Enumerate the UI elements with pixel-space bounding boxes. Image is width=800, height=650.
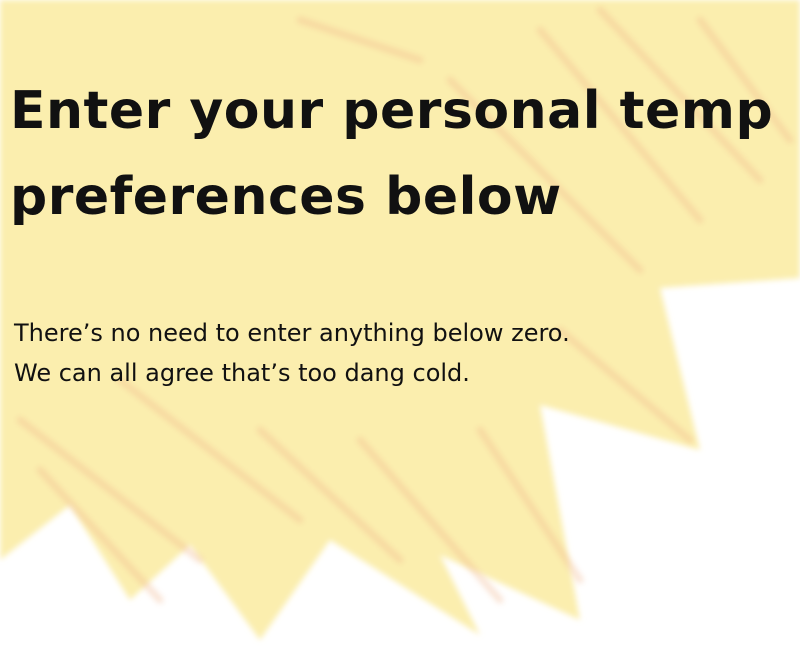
heading-line-2: preferences below <box>10 167 562 227</box>
instructions-text: There’s no need to enter anything below … <box>14 313 784 393</box>
temp-preferences-page: Enter your personal temp preferences bel… <box>0 0 800 650</box>
instructions-line-1: There’s no need to enter anything below … <box>14 319 570 347</box>
heading-line-1: Enter your personal temp <box>10 81 774 141</box>
instructions-line-2: We can all agree that’s too dang cold. <box>14 359 470 387</box>
page-heading: Enter your personal temp preferences bel… <box>10 68 790 240</box>
